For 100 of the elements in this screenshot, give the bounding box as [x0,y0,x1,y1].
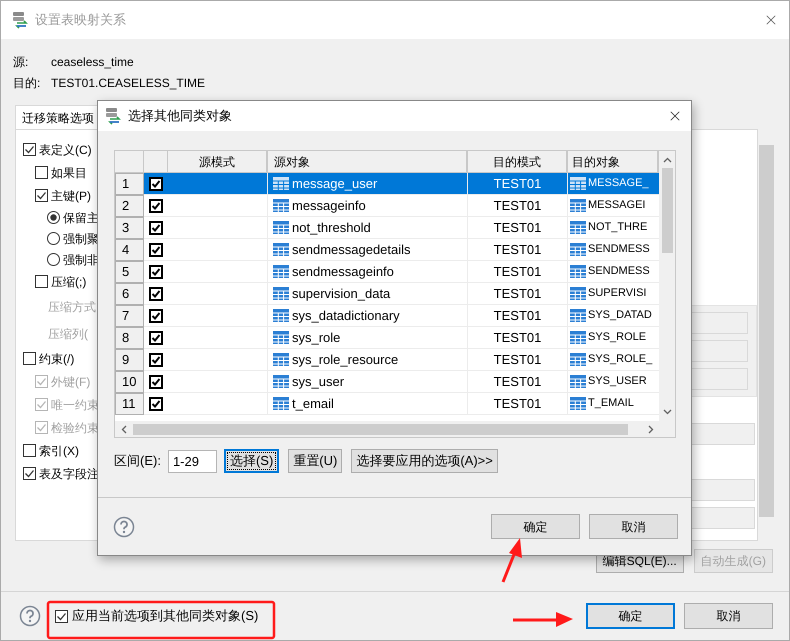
dialog-button[interactable]: 确定 [491,514,580,539]
checkbox[interactable] [35,189,48,202]
radio-button[interactable] [47,253,60,266]
source-label: 源: [13,54,30,70]
table-cell-text: SYS_ROLE [588,330,646,346]
table-icon [273,309,289,322]
table-cell-text: TEST01 [494,394,542,413]
row-number: 1 [115,173,144,195]
range-label: 区间(E): [114,452,161,470]
radio-button[interactable] [47,211,60,224]
table-row[interactable]: 3 not_threshold TEST01 NOT_THRE [115,217,659,239]
table-cell-text: SYS_ROLE_ [588,352,652,368]
checkbox[interactable] [23,444,36,457]
checkbox[interactable] [149,264,163,278]
table-row[interactable]: 5 sendmessageinfo TEST01 SENDMESS [115,261,659,283]
table-cell-text: not_threshold [292,218,371,237]
checkbox[interactable] [23,352,36,365]
checkbox-label: 应用当前选项到其他同类对象(S) [72,607,258,626]
checkbox[interactable] [35,166,48,179]
table-cell-text: MESSAGEI [588,198,646,214]
table-row[interactable]: 8 sys_role TEST01 SYS_ROLE [115,327,659,349]
scroll-up-icon[interactable] [662,157,672,163]
checkbox[interactable] [35,275,48,288]
table-cell-text: T_EMAIL [588,396,634,412]
row-number: 7 [115,305,144,327]
table-cell-text: TEST01 [494,240,542,259]
table-cell-text: messageinfo [292,196,366,215]
checkbox[interactable] [149,176,163,190]
dialog-button[interactable]: 确定 [586,603,675,629]
table-cell-text: TEST01 [494,306,542,325]
checkbox[interactable] [55,610,68,622]
row-number: 11 [115,393,144,415]
option-label: 压缩列( [48,326,88,342]
table-row[interactable]: 9 sys_role_resource TEST01 SYS_ROLE_ [115,349,659,371]
checkbox[interactable] [149,352,163,366]
action-button[interactable]: 选择要应用的选项(A)>> [351,449,498,473]
source-value: ceaseless_time [51,54,134,70]
table-icon [570,287,586,300]
table-cell-text: TEST01 [494,218,542,237]
table-icon [273,177,289,190]
checkbox[interactable] [149,220,163,234]
radio-button[interactable] [47,232,60,245]
scroll-down-icon[interactable] [662,409,672,415]
target-value: TEST01.CEASELESS_TIME [51,74,206,92]
row-number: 4 [115,239,144,261]
table-icon [570,353,586,366]
table-icon [273,265,289,278]
table-row[interactable]: 11 t_email TEST01 T_EMAIL [115,393,659,415]
table-cell-text: SENDMESS [588,264,650,280]
row-number: 3 [115,217,144,239]
table-cell-text: SENDMESS [588,242,650,258]
dialog-button[interactable]: 取消 [684,603,773,629]
table-row[interactable]: 7 sys_datadictionary TEST01 SYS_DATAD [115,305,659,327]
table-icon [570,199,586,212]
option-label: 外键(F) [51,374,90,390]
database-transfer-icon [11,11,29,29]
table-icon [273,397,289,410]
table-cell-text: NOT_THRE [588,220,648,236]
table-row[interactable]: 6 supervision_data TEST01 SUPERVISI [115,283,659,305]
checkbox[interactable] [149,374,163,388]
table-row[interactable]: 4 sendmessagedetails TEST01 SENDMESS [115,239,659,261]
option-label: 压缩方式 [48,298,96,316]
annotation-arrow [513,612,573,627]
scroll-thumb[interactable] [133,424,628,434]
action-button[interactable]: 重置(U) [288,449,342,473]
table-cell-text: sendmessageinfo [292,262,394,281]
table-row[interactable]: 10 sys_user TEST01 SYS_USER [115,371,659,393]
table-row[interactable]: 2 messageinfo TEST01 MESSAGEI [115,195,659,217]
help-icon[interactable] [19,605,41,627]
dialog-button[interactable]: 取消 [589,514,678,539]
table-cell-text: supervision_data [292,284,390,303]
table-cell-text: sendmessagedetails [292,240,411,259]
checkbox[interactable] [149,242,163,256]
table-icon [273,331,289,344]
table-cell-text: TEST01 [494,174,542,193]
table-cell-text: TEST01 [494,328,542,347]
checkbox[interactable] [149,396,163,410]
database-transfer-icon [104,107,122,125]
scroll-thumb[interactable] [662,168,672,253]
option-label: 如果目 [51,164,87,182]
table-cell-text: sys_role [292,328,340,347]
checkbox[interactable] [149,308,163,322]
scroll-left-icon[interactable] [121,424,127,434]
window-title: 选择其他同类对象 [128,107,232,126]
row-number: 10 [115,371,144,393]
checkbox[interactable] [149,330,163,344]
row-number: 6 [115,283,144,305]
checkbox[interactable] [149,286,163,300]
table-icon [273,287,289,300]
checkbox[interactable] [23,143,36,156]
table-cell-text: sys_datadictionary [292,306,400,325]
checkbox[interactable] [149,198,163,212]
input-field[interactable]: 1-29 [168,450,217,472]
checkbox[interactable] [23,467,36,480]
option-label: 表定义(C) [39,142,92,158]
scroll-thumb[interactable] [759,145,774,517]
table-row[interactable]: 1 message_user TEST01 MESSAGE_ [115,173,659,195]
scroll-right-icon[interactable] [648,424,654,434]
action-button[interactable]: 选择(S) [224,449,280,473]
help-icon[interactable] [113,516,135,538]
